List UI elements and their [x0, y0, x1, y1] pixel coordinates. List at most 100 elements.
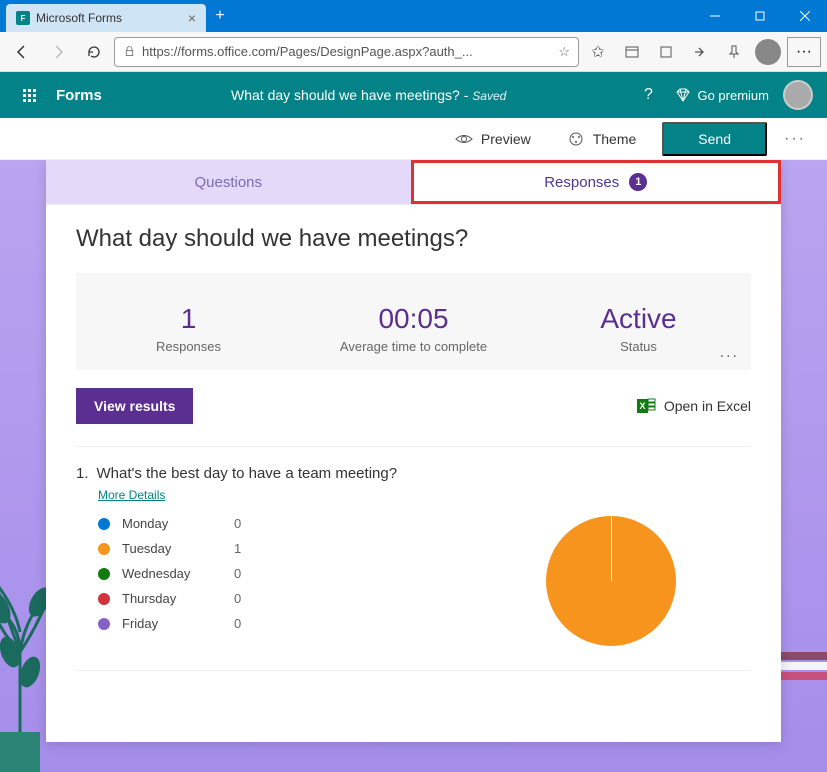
- profile-button[interactable]: [753, 37, 783, 67]
- app-launcher-button[interactable]: [14, 80, 44, 110]
- view-results-button[interactable]: View results: [76, 388, 193, 424]
- page-background: Questions Responses 1 What day should we…: [0, 160, 827, 772]
- theme-label: Theme: [593, 131, 637, 147]
- more-actions-button[interactable]: ···: [775, 130, 815, 148]
- stat-responses-label: Responses: [76, 339, 301, 354]
- form-card: Questions Responses 1 What day should we…: [46, 160, 781, 742]
- option-label: Thursday: [122, 591, 222, 606]
- stat-status: Active Status: [526, 303, 751, 354]
- browser-tab-active[interactable]: F Microsoft Forms ×: [6, 4, 206, 32]
- maximize-button[interactable]: [737, 0, 782, 32]
- option-label: Wednesday: [122, 566, 222, 581]
- question-text: What's the best day to have a team meeti…: [97, 465, 398, 482]
- option-label: Tuesday: [122, 541, 222, 556]
- back-button[interactable]: [6, 36, 38, 68]
- question-number: 1.: [76, 465, 89, 482]
- option-count: 0: [234, 566, 241, 581]
- lock-icon: [123, 45, 136, 58]
- close-window-button[interactable]: [782, 0, 827, 32]
- responses-count-badge: 1: [629, 173, 647, 191]
- form-title: What day should we have meetings?: [231, 87, 460, 103]
- saved-indicator: Saved: [472, 89, 506, 103]
- excel-icon: X: [636, 396, 656, 416]
- option-color-dot: [98, 518, 110, 530]
- forms-app-header: Forms What day should we have meetings? …: [0, 72, 827, 118]
- option-count: 0: [234, 616, 241, 631]
- browser-more-button[interactable]: ···: [787, 37, 821, 67]
- url-text: https://forms.office.com/Pages/DesignPag…: [142, 44, 552, 59]
- tab-title: Microsoft Forms: [36, 11, 182, 25]
- forms-app-name[interactable]: Forms: [56, 87, 102, 104]
- stat-status-value: Active: [526, 303, 751, 335]
- palette-icon: [567, 130, 585, 148]
- preview-label: Preview: [481, 131, 531, 147]
- options-list: Monday0Tuesday1Wednesday0Thursday0Friday…: [76, 516, 471, 646]
- view-results-label: View results: [94, 398, 175, 414]
- extensions-icon[interactable]: [651, 37, 681, 67]
- open-excel-label: Open in Excel: [664, 398, 751, 414]
- send-button[interactable]: Send: [662, 122, 767, 156]
- stats-panel: 1 Responses 00:05 Average time to comple…: [76, 273, 751, 370]
- window-title-bar: F Microsoft Forms × +: [0, 0, 827, 32]
- open-in-excel-button[interactable]: X Open in Excel: [636, 396, 751, 416]
- stat-status-label: Status: [526, 339, 751, 354]
- chart-area: [471, 516, 751, 646]
- option-count: 0: [234, 591, 241, 606]
- option-row: Friday0: [98, 616, 471, 631]
- option-row: Thursday 0: [98, 591, 471, 606]
- star-outline-icon[interactable]: ☆: [558, 44, 570, 60]
- tab-questions[interactable]: Questions: [46, 160, 411, 204]
- option-row: Tuesday 1: [98, 541, 471, 556]
- svg-text:X: X: [639, 401, 645, 411]
- favorites-icon[interactable]: ✩: [583, 37, 613, 67]
- refresh-button[interactable]: [78, 36, 110, 68]
- browser-tabs: F Microsoft Forms × +: [0, 0, 234, 32]
- premium-label: Go premium: [697, 88, 769, 103]
- share-icon[interactable]: [685, 37, 715, 67]
- page-title: What day should we have meetings?: [76, 225, 751, 253]
- go-premium-button[interactable]: Go premium: [675, 87, 769, 103]
- option-color-dot: [98, 543, 110, 555]
- new-tab-button[interactable]: +: [206, 2, 234, 30]
- minimize-button[interactable]: [692, 0, 737, 32]
- user-avatar-button[interactable]: [783, 80, 813, 110]
- profile-avatar: [755, 39, 781, 65]
- collections-icon[interactable]: [617, 37, 647, 67]
- window-controls: [692, 0, 827, 32]
- option-count: 0: [234, 516, 241, 531]
- address-bar: https://forms.office.com/Pages/DesignPag…: [0, 32, 827, 72]
- option-color-dot: [98, 618, 110, 630]
- forward-button[interactable]: [42, 36, 74, 68]
- option-row: Monday 0: [98, 516, 471, 531]
- more-details-link[interactable]: More Details: [98, 488, 165, 502]
- option-row: Wednesday 0: [98, 566, 471, 581]
- eye-icon: [455, 130, 473, 148]
- theme-button[interactable]: Theme: [549, 118, 655, 160]
- help-button[interactable]: ?: [635, 82, 661, 108]
- pie-chart: [546, 516, 676, 646]
- form-title-area: What day should we have meetings? - Save…: [102, 87, 636, 103]
- send-label: Send: [698, 131, 731, 147]
- question-content: Monday0Tuesday1Wednesday0Thursday0Friday…: [76, 516, 751, 646]
- pie-slice-marker: [611, 516, 612, 581]
- preview-button[interactable]: Preview: [437, 118, 549, 160]
- results-toolbar: View results X Open in Excel: [76, 388, 751, 424]
- diamond-icon: [675, 87, 691, 103]
- url-input[interactable]: https://forms.office.com/Pages/DesignPag…: [114, 37, 579, 67]
- option-count: 1: [234, 541, 241, 556]
- tab-questions-label: Questions: [194, 174, 262, 191]
- forms-favicon: F: [16, 11, 30, 25]
- responses-content: What day should we have meetings? 1 Resp…: [46, 205, 781, 671]
- stats-more-button[interactable]: ...: [720, 344, 739, 362]
- option-label: Monday: [122, 516, 222, 531]
- close-tab-icon[interactable]: ×: [188, 10, 196, 26]
- tab-responses-label: Responses: [544, 174, 619, 191]
- question-block: 1. What's the best day to have a team me…: [76, 446, 751, 671]
- question-title: 1. What's the best day to have a team me…: [76, 465, 751, 482]
- waffle-icon: [23, 89, 36, 102]
- stat-time: 00:05 Average time to complete: [301, 303, 526, 354]
- tab-responses[interactable]: Responses 1: [411, 160, 782, 204]
- form-tabs: Questions Responses 1: [46, 160, 781, 205]
- pin-icon[interactable]: [719, 37, 749, 67]
- option-color-dot: [98, 568, 110, 580]
